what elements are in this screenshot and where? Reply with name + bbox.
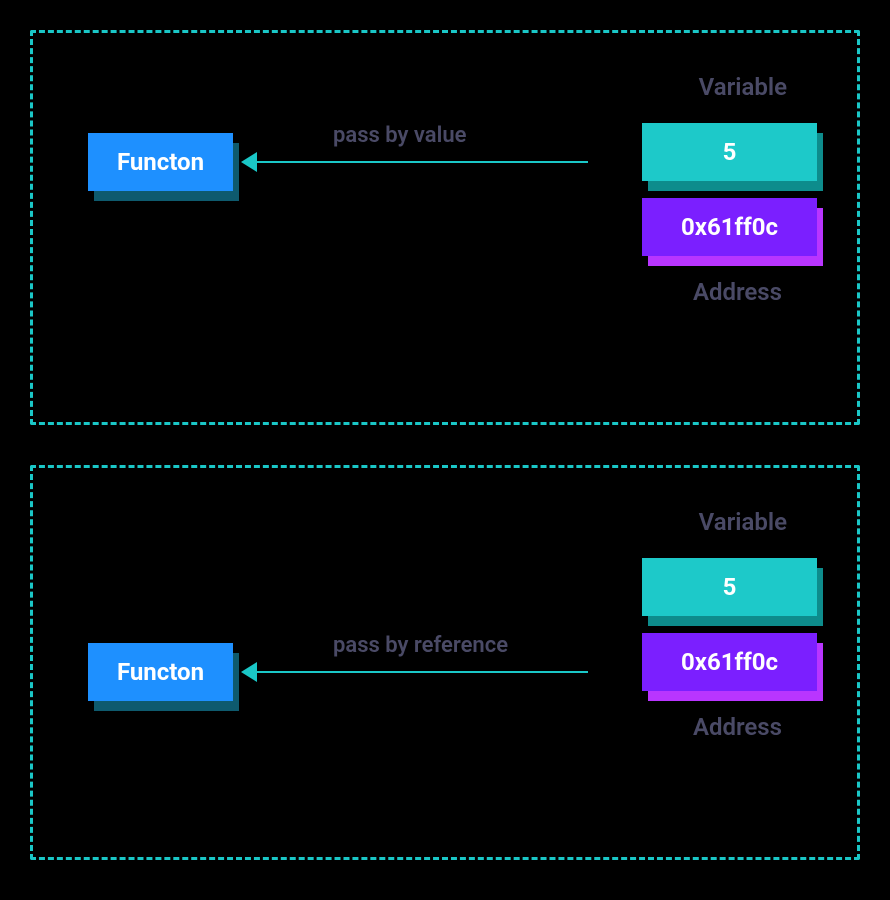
function-label: Functon xyxy=(117,658,204,686)
address-box: 0x61ff0c xyxy=(642,198,817,256)
function-box: Functon xyxy=(88,133,233,191)
arrow-pass-by-reference xyxy=(243,671,588,673)
value-box: 5 xyxy=(642,558,817,616)
value-text: 5 xyxy=(723,138,737,166)
variable-label: Variable xyxy=(699,73,787,101)
value-text: 5 xyxy=(723,573,737,601)
panel-pass-by-reference: Variable Functon pass by reference 5 0x6… xyxy=(30,465,860,860)
arrow-label: pass by value xyxy=(333,123,466,148)
panel-pass-by-value: Variable Functon pass by value 5 0x61ff0… xyxy=(30,30,860,425)
address-text: 0x61ff0c xyxy=(681,648,778,676)
value-box: 5 xyxy=(642,123,817,181)
address-box: 0x61ff0c xyxy=(642,633,817,691)
function-label: Functon xyxy=(117,148,204,176)
address-label: Address xyxy=(693,713,782,741)
function-box: Functon xyxy=(88,643,233,701)
arrow-label: pass by reference xyxy=(333,633,508,658)
address-text: 0x61ff0c xyxy=(681,213,778,241)
variable-label: Variable xyxy=(699,508,787,536)
address-label: Address xyxy=(693,278,782,306)
arrow-pass-by-value xyxy=(243,161,588,163)
